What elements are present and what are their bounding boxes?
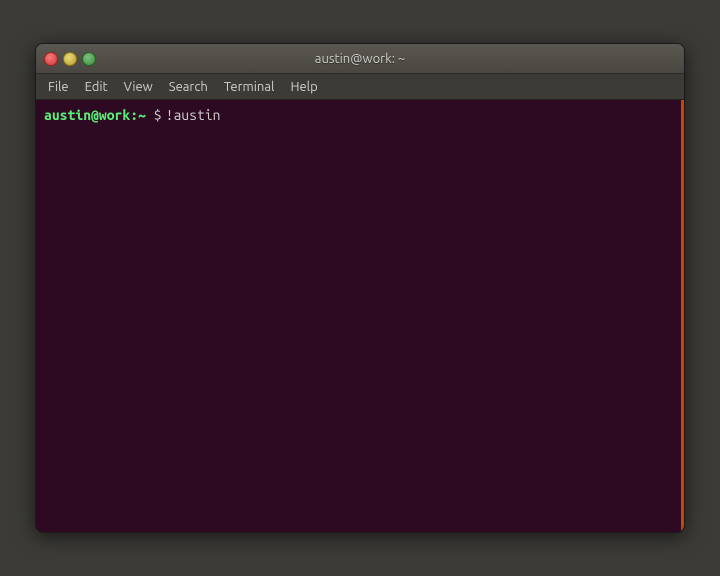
terminal-window: austin@work: ~ File Edit View Search Ter… [35,43,685,533]
window-controls [44,52,96,66]
terminal-body[interactable]: austin@work:~ $ !austin [36,100,684,532]
titlebar: austin@work: ~ [36,44,684,74]
menu-view[interactable]: View [116,78,161,96]
terminal-line: austin@work:~ $ !austin [44,106,673,126]
menu-edit[interactable]: Edit [77,78,116,96]
menu-file[interactable]: File [40,78,77,96]
close-button[interactable] [44,52,58,66]
window-title: austin@work: ~ [315,52,405,66]
menubar: File Edit View Search Terminal Help [36,74,684,100]
prompt-symbol: $ [146,106,162,126]
minimize-button[interactable] [63,52,77,66]
menu-help[interactable]: Help [282,78,325,96]
prompt-user: austin@work:~ [44,106,146,126]
menu-terminal[interactable]: Terminal [216,78,283,96]
command-text: !austin [166,106,221,126]
maximize-button[interactable] [82,52,96,66]
menu-search[interactable]: Search [161,78,216,96]
